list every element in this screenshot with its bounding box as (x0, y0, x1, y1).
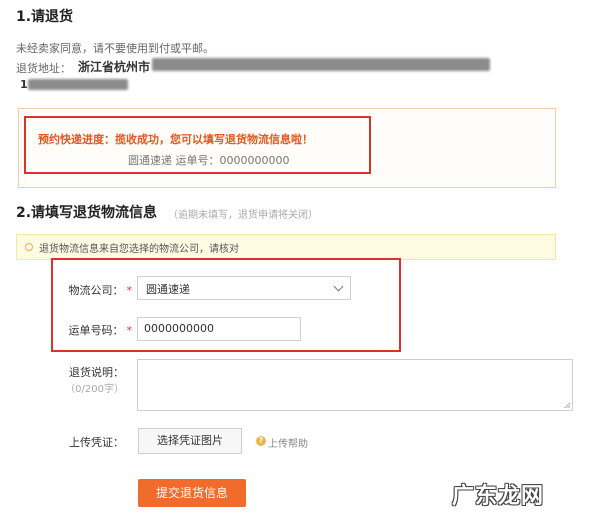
upload-help-link[interactable]: 上传帮助 (268, 435, 308, 450)
phone-value: 1 (20, 78, 28, 91)
upload-label: 上传凭证： (69, 436, 124, 449)
tracking-number-input[interactable]: 0000000000 (137, 317, 301, 341)
submit-return-button[interactable]: 提交退货信息 (138, 479, 246, 507)
company-label-text: 物流公司： (68, 284, 124, 297)
section2-title: 2.请填写退货物流信息 (16, 205, 158, 221)
description-counter: （0/200字） (65, 384, 124, 395)
return-description-textarea[interactable] (137, 359, 573, 411)
progress-label: 预约快递进度： (38, 133, 115, 146)
address-redaction (152, 58, 490, 71)
address-label: 退货地址： (16, 62, 71, 75)
tracking-label-text: 运单号码： (68, 324, 124, 337)
help-icon[interactable]: ? (256, 436, 266, 446)
company-selected-value: 圆通速递 (146, 283, 190, 296)
description-label: 退货说明： (69, 366, 124, 379)
progress-detail: 圆通速递 运单号：0000000000 (128, 152, 290, 168)
progress-message: 揽收成功，您可以填写退货物流信息啦！ (115, 133, 313, 146)
section1-title: 1.请退货 (16, 9, 74, 25)
address-value: 浙江省杭州市 (78, 60, 151, 74)
progress-courier: 圆通速递 (128, 154, 172, 167)
phone-redaction (28, 79, 128, 90)
logistics-tip-bar: 退货物流信息来自您选择的物流公司，请核对 (16, 234, 556, 260)
tip-text: 退货物流信息来自您选择的物流公司，请核对 (39, 243, 239, 255)
company-label: 物流公司： * (62, 282, 133, 298)
lightbulb-icon (25, 243, 33, 251)
progress-tracking-label: 运单号： (175, 154, 220, 167)
watermark-logo: 广东龙网 (452, 484, 545, 509)
resize-grip-icon[interactable] (564, 402, 570, 408)
required-mark: * (126, 324, 133, 337)
progress-tracking-number: 0000000000 (219, 154, 290, 167)
required-mark: * (126, 284, 133, 297)
chevron-down-icon (333, 281, 344, 292)
progress-line: 预约快递进度：揽收成功，您可以填写退货物流信息啦！ (38, 131, 313, 147)
choose-image-button[interactable]: 选择凭证图片 (138, 428, 242, 454)
section2-subtitle: （逾期未填写，退货申请将关闭） (168, 210, 318, 221)
tracking-label: 运单号码： * (62, 322, 133, 338)
logistics-company-select[interactable]: 圆通速递 (137, 276, 351, 300)
return-note: 未经卖家同意，请不要使用到付或平邮。 (16, 42, 214, 55)
